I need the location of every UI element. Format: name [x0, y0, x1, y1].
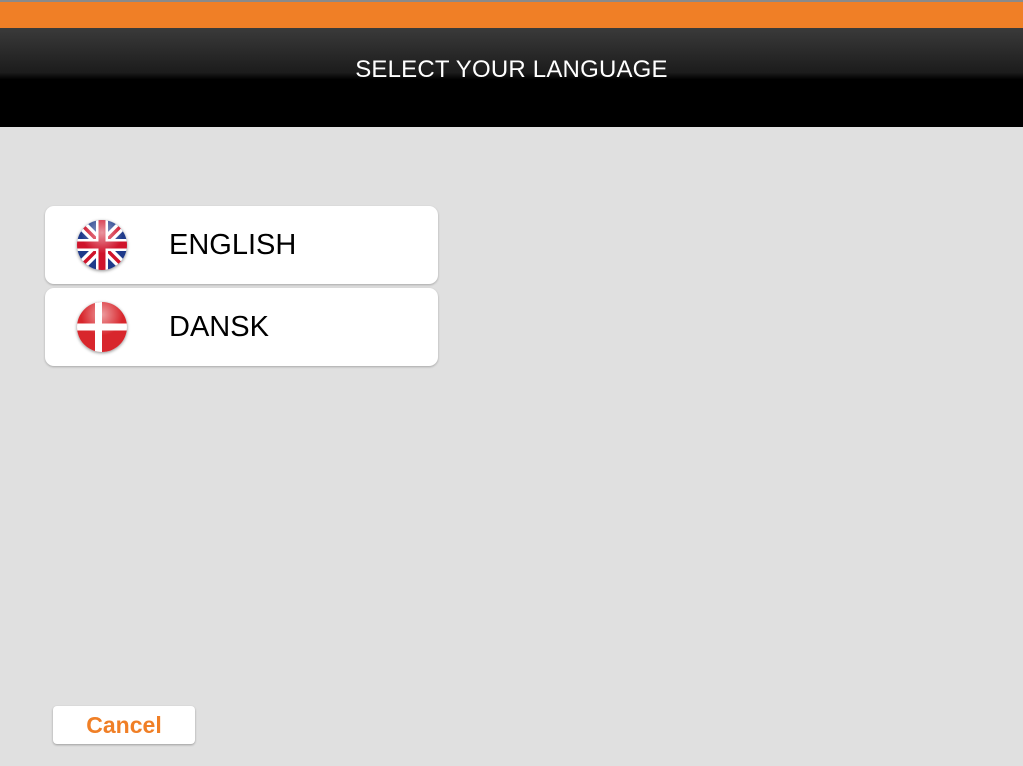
page-title: SELECT YOUR LANGUAGE — [355, 56, 668, 83]
cancel-button[interactable]: Cancel — [53, 706, 195, 744]
denmark-flag-icon — [77, 302, 127, 352]
language-label-english: ENGLISH — [169, 228, 297, 261]
language-label-dansk: DANSK — [169, 310, 269, 343]
language-item-dansk[interactable]: DANSK — [45, 288, 438, 366]
uk-flag-icon — [77, 220, 127, 270]
language-list: ENGLISH DANSK — [45, 206, 438, 370]
header-bar: SELECT YOUR LANGUAGE — [0, 28, 1023, 127]
language-item-english[interactable]: ENGLISH — [45, 206, 438, 284]
top-accent-bar — [0, 0, 1023, 28]
